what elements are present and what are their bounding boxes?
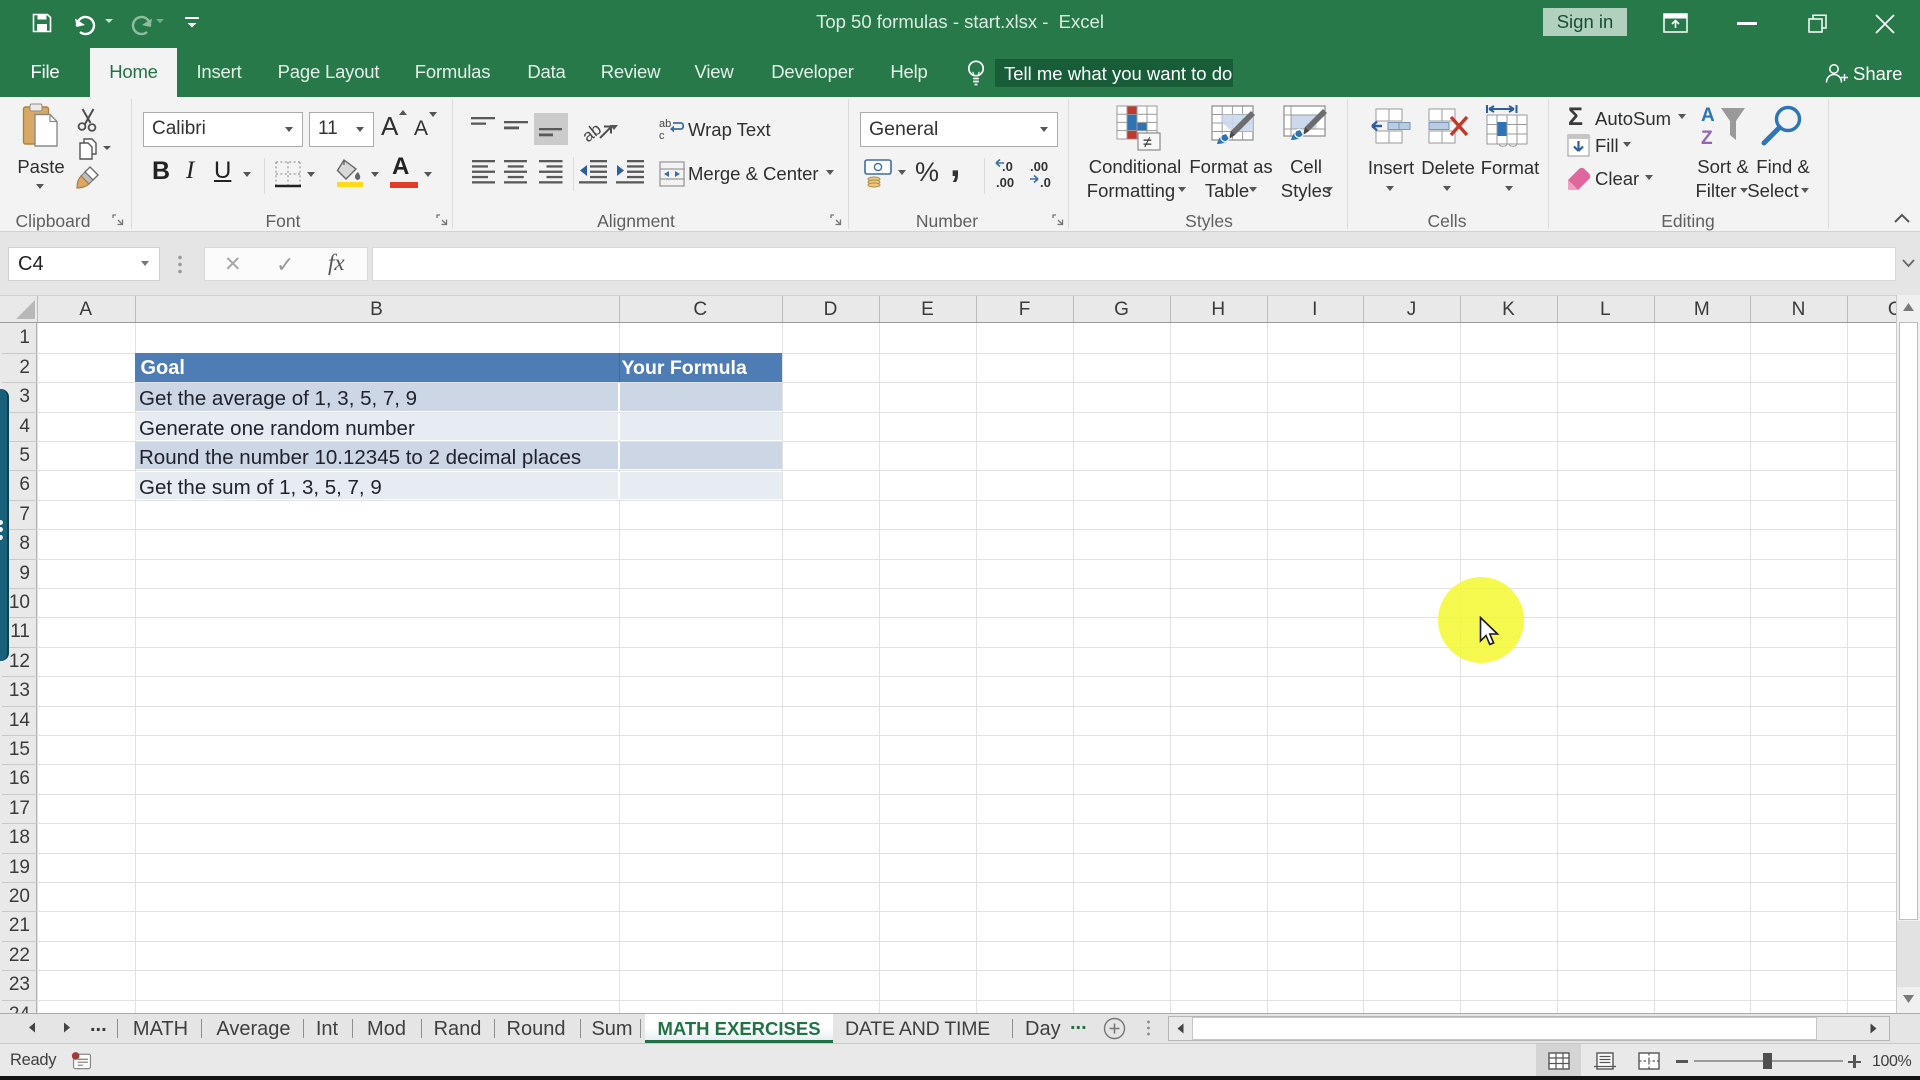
svg-text:.00: .00 bbox=[996, 175, 1014, 190]
svg-text:≠: ≠ bbox=[1143, 135, 1152, 152]
svg-text:Z: Z bbox=[1701, 128, 1713, 149]
svg-text:.0: .0 bbox=[1002, 159, 1013, 174]
svg-text:c: c bbox=[659, 130, 665, 142]
svg-text:ab: ab bbox=[584, 119, 605, 144]
svg-text:A: A bbox=[1701, 105, 1715, 126]
svg-text:.0: .0 bbox=[1040, 175, 1051, 190]
svg-text:ab: ab bbox=[659, 118, 671, 130]
svg-text:.00: .00 bbox=[1030, 159, 1048, 174]
